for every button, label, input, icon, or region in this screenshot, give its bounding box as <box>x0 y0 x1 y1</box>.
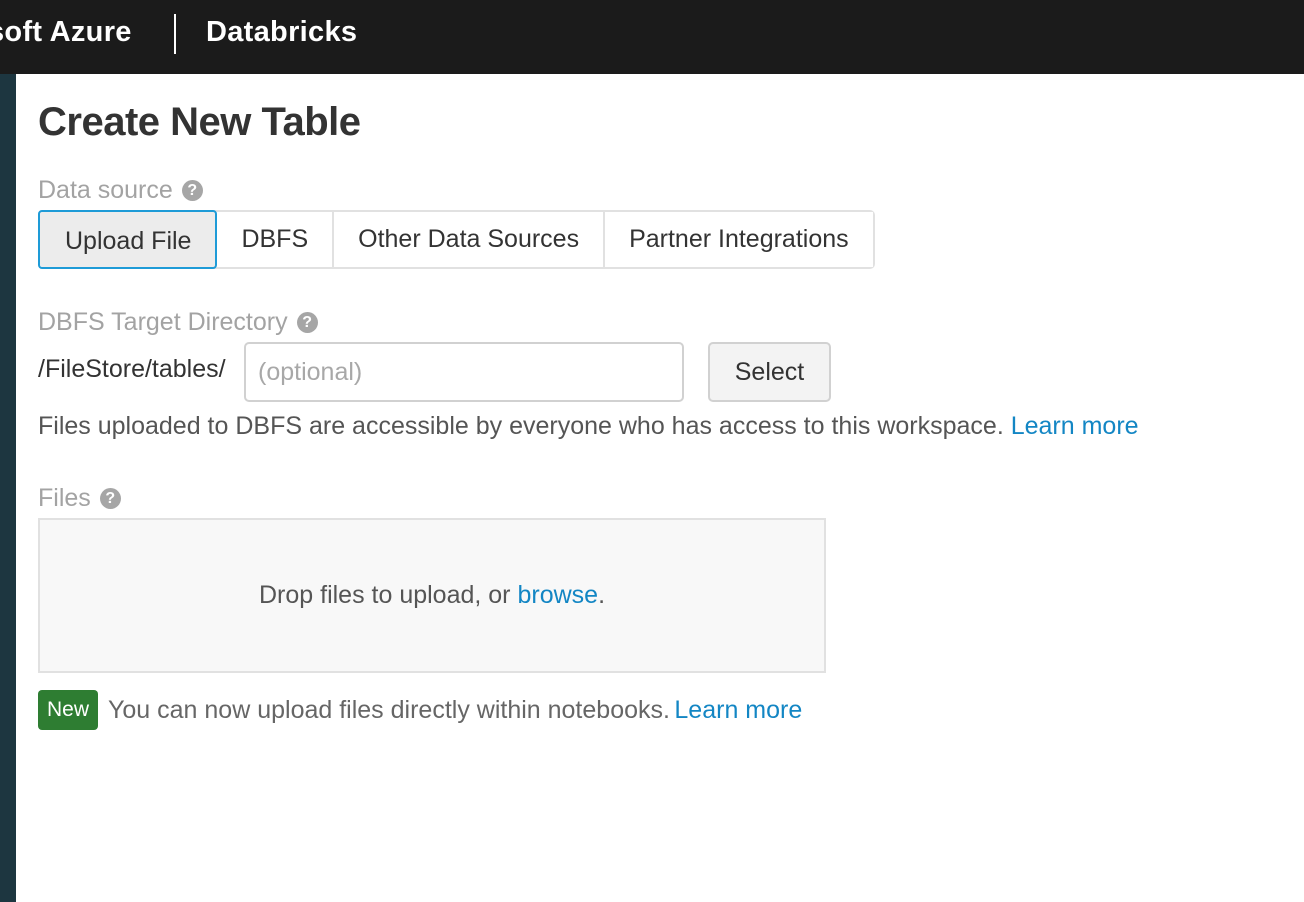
dbfs-access-info: Files uploaded to DBFS are accessible by… <box>38 412 1139 441</box>
file-drop-zone[interactable]: Drop files to upload, or browse. <box>38 518 826 673</box>
directory-prefix: /FileStore/tables/ <box>38 355 226 383</box>
tab-partner-integrations[interactable]: Partner Integrations <box>603 212 873 267</box>
tab-upload-file[interactable]: Upload File <box>38 210 218 269</box>
brand-divider <box>174 14 176 54</box>
dbfs-access-info-text: Files uploaded to DBFS are accessible by… <box>38 412 1004 440</box>
notice-text: You can now upload files directly within… <box>108 695 670 724</box>
databricks-brand[interactable]: Databricks <box>206 16 357 49</box>
top-navigation-bar: soft Azure Databricks <box>0 0 1304 74</box>
drop-zone-suffix: . <box>598 581 606 609</box>
notebook-upload-notice: New You can now upload files directly wi… <box>38 690 802 730</box>
help-icon[interactable]: ? <box>181 180 203 201</box>
data-source-label-text: Data source <box>38 176 173 204</box>
dbfs-target-directory-label: DBFS Target Directory ? <box>38 308 318 337</box>
help-icon[interactable]: ? <box>296 312 318 333</box>
main-content: Create New Table Data source ? Upload Fi… <box>16 74 1304 902</box>
page-title: Create New Table <box>38 100 361 144</box>
microsoft-azure-brand[interactable]: soft Azure <box>0 16 132 49</box>
data-source-label: Data source ? <box>38 176 203 205</box>
target-directory-input[interactable] <box>244 342 684 402</box>
notice-learn-more-link[interactable]: Learn more <box>674 696 802 725</box>
browse-link[interactable]: browse <box>517 581 598 610</box>
files-label-text: Files <box>38 484 91 512</box>
tab-other-data-sources[interactable]: Other Data Sources <box>332 212 604 267</box>
files-label: Files ? <box>38 484 121 513</box>
dbfs-target-directory-label-text: DBFS Target Directory <box>38 308 288 336</box>
dbfs-learn-more-link[interactable]: Learn more <box>1011 412 1139 440</box>
data-source-tabs: Upload File DBFS Other Data Sources Part… <box>38 210 875 269</box>
new-badge: New <box>38 690 99 730</box>
sidebar <box>0 74 16 902</box>
select-directory-button[interactable]: Select <box>708 342 831 402</box>
tab-dbfs[interactable]: DBFS <box>217 212 333 267</box>
drop-zone-text: Drop files to upload, or <box>258 581 511 609</box>
help-icon[interactable]: ? <box>99 488 121 509</box>
